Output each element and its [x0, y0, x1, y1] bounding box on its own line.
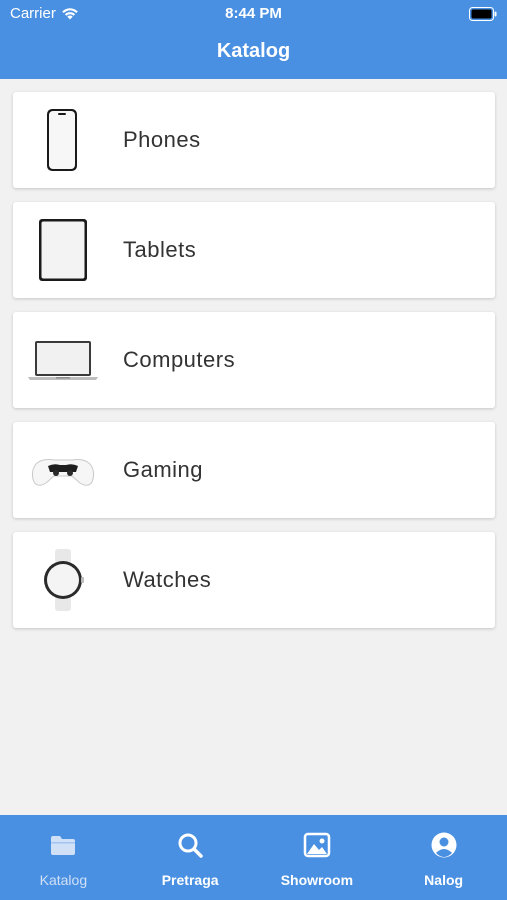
tab-label: Nalog: [424, 872, 464, 888]
category-item-watches[interactable]: Watches: [13, 532, 495, 628]
gamepad-icon: [23, 430, 103, 510]
tab-showroom[interactable]: Showroom: [254, 815, 381, 900]
status-time: 8:44 PM: [225, 5, 282, 22]
category-item-computers[interactable]: Computers: [13, 312, 495, 408]
category-label: Computers: [123, 347, 236, 372]
tab-label: Pretraga: [161, 872, 219, 888]
category-label: Tablets: [123, 237, 197, 262]
search-icon: [178, 833, 203, 858]
tab-nalog[interactable]: Nalog: [380, 815, 507, 900]
watch-icon: [23, 540, 103, 620]
page-title: Katalog: [216, 40, 291, 62]
category-label: Phones: [123, 127, 201, 152]
tab-bar: Katalog Pretraga Showroom Nalog: [0, 815, 507, 900]
user-icon: [431, 832, 457, 858]
image-icon: [303, 832, 331, 858]
phone-icon: [23, 100, 103, 180]
category-list: Phones Tablets Computers Gaming Watches: [13, 92, 495, 642]
tab-label: Showroom: [280, 872, 354, 888]
category-item-tablets[interactable]: Tablets: [13, 202, 495, 298]
battery-icon: [469, 7, 497, 21]
status-bar: Carrier 8:44 PM: [0, 0, 507, 28]
laptop-icon: [23, 320, 103, 400]
navigation-header: Carrier 8:44 PM Katalog: [0, 0, 507, 79]
category-item-gaming[interactable]: Gaming: [13, 422, 495, 518]
tab-pretraga[interactable]: Pretraga: [127, 815, 254, 900]
category-item-phones[interactable]: Phones: [13, 92, 495, 188]
folder-icon: [51, 836, 76, 855]
tab-label: Katalog: [39, 872, 88, 888]
category-label: Watches: [123, 567, 212, 592]
tablet-icon: [23, 210, 103, 290]
category-label: Gaming: [123, 457, 204, 482]
tab-katalog[interactable]: Katalog: [0, 815, 127, 900]
